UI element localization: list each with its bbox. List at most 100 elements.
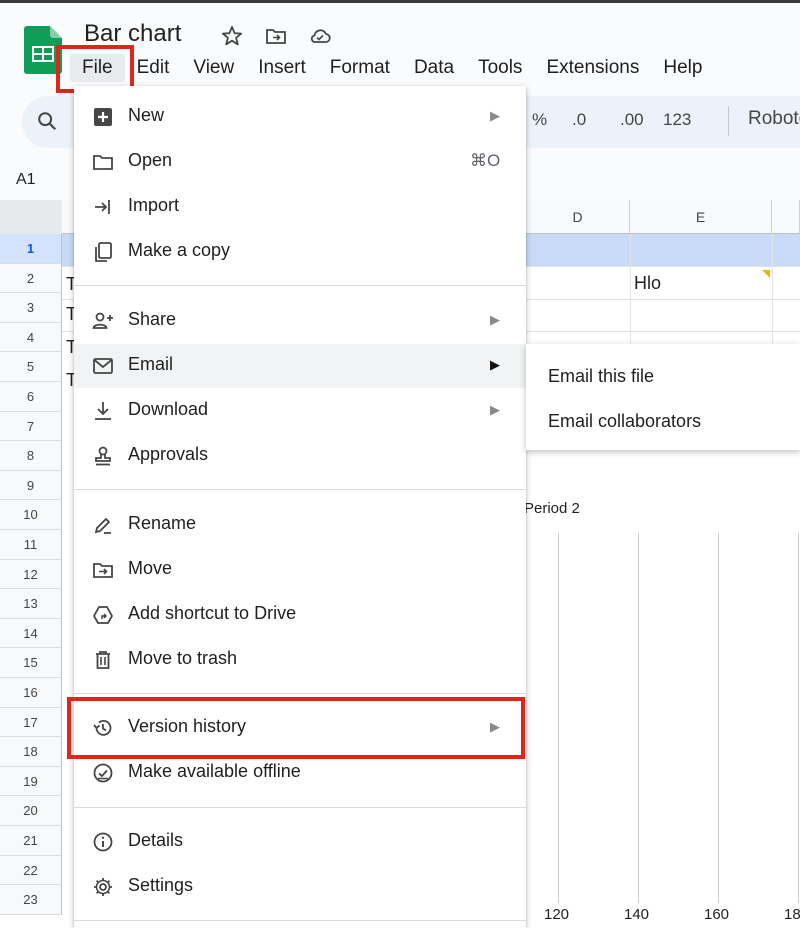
row-header-6[interactable]: 6 [0, 382, 62, 412]
menu-item-move-to-trash[interactable]: Move to trash [74, 638, 526, 682]
star-icon[interactable] [220, 24, 244, 48]
menu-item-label: Email [128, 354, 174, 374]
rename-pencil-icon [94, 517, 111, 534]
submenu-arrow-icon: ▶ [490, 108, 500, 123]
chart-gridline [638, 533, 639, 903]
menu-item-label: Move to trash [128, 648, 238, 668]
menu-item-label: Settings [128, 875, 194, 895]
row-header-23[interactable]: 23 [0, 885, 62, 915]
format-percent-button[interactable]: % [532, 110, 547, 130]
row-header-20[interactable]: 20 [0, 796, 62, 826]
column-header-f[interactable] [772, 200, 800, 234]
font-family-select[interactable]: Roboto [748, 108, 800, 130]
gridline-col-d-e [630, 234, 631, 344]
menu-divider [74, 920, 526, 921]
approvals-stamp-icon [95, 446, 111, 466]
menu-divider [74, 489, 526, 490]
row-header-18[interactable]: 18 [0, 737, 62, 767]
version-history-highlight-box [67, 697, 525, 759]
chart-tick-label: 160 [704, 906, 730, 923]
menu-tools[interactable]: Tools [466, 54, 534, 82]
search-menus-icon[interactable] [36, 110, 58, 132]
menu-data[interactable]: Data [402, 54, 466, 82]
download-icon [95, 402, 111, 420]
trash-icon [96, 651, 110, 669]
row-header-17[interactable]: 17 [0, 707, 62, 738]
menu-divider [74, 693, 526, 694]
row-header-13[interactable]: 13 [0, 589, 62, 619]
decrease-decimal-button[interactable]: .0 [572, 110, 586, 130]
chart-tick-label: 140 [624, 906, 650, 923]
menu-item-label: Open [128, 150, 173, 170]
menu-item-email[interactable]: Email ▶ [74, 344, 526, 388]
menu-item-label: Rename [128, 513, 197, 533]
menu-item-label: Make available offline [128, 761, 301, 781]
menu-item-move[interactable]: Move [74, 548, 526, 592]
menu-item-new[interactable]: New ▶ [74, 95, 526, 139]
menu-item-add-shortcut[interactable]: Add shortcut to Drive [74, 593, 526, 637]
menu-insert[interactable]: Insert [246, 54, 318, 82]
menu-item-email-this-file[interactable]: Email this file [548, 366, 654, 387]
menu-item-details[interactable]: Details [74, 820, 526, 864]
column-header-e[interactable]: E [630, 200, 772, 234]
row-header-5[interactable]: 5 [0, 352, 62, 382]
row-header-8[interactable]: 8 [0, 441, 62, 471]
menu-item-share[interactable]: Share ▶ [74, 299, 526, 343]
menu-item-rename[interactable]: Rename [74, 503, 526, 547]
increase-decimal-button[interactable]: .00 [620, 110, 644, 130]
offline-icon [93, 763, 113, 783]
menu-divider [74, 285, 526, 286]
toolbar-divider [728, 106, 729, 136]
row-header-12[interactable]: 12 [0, 559, 62, 590]
new-plus-icon [94, 108, 112, 126]
chart-tick-label: 120 [544, 906, 570, 923]
menu-extensions[interactable]: Extensions [534, 54, 651, 82]
mail-icon [93, 358, 113, 374]
row-header-2[interactable]: 2 [0, 263, 62, 294]
menu-item-download[interactable]: Download ▶ [74, 389, 526, 433]
menu-item-make-a-copy[interactable]: Make a copy [74, 230, 526, 274]
column-header-d[interactable]: D [526, 200, 630, 234]
row-header-10[interactable]: 10 [0, 500, 62, 530]
select-all-corner[interactable] [0, 200, 63, 235]
row-header-7[interactable]: 7 [0, 411, 62, 442]
menu-item-settings[interactable]: Settings [74, 865, 526, 909]
document-title[interactable]: Bar chart [84, 20, 181, 48]
menu-format[interactable]: Format [318, 54, 402, 82]
row-header-4[interactable]: 4 [0, 322, 62, 353]
menu-divider [74, 807, 526, 808]
row-header-22[interactable]: 22 [0, 855, 62, 886]
menu-item-import[interactable]: Import [74, 185, 526, 229]
row-header-21[interactable]: 21 [0, 826, 62, 856]
row-header-14[interactable]: 14 [0, 618, 62, 649]
menu-item-label: Download [128, 399, 209, 419]
row-header-15[interactable]: 15 [0, 648, 62, 678]
row-header-9[interactable]: 9 [0, 470, 62, 501]
menu-help[interactable]: Help [651, 54, 714, 82]
email-submenu: Email this file Email collaborators [526, 344, 800, 450]
name-box[interactable]: A1 [16, 171, 36, 189]
row-header-11[interactable]: 11 [0, 530, 62, 560]
submenu-arrow-icon: ▶ [490, 357, 500, 372]
cell-e2[interactable]: Hlo [634, 273, 661, 294]
shortcut-text: ⌘O [470, 151, 501, 170]
row-header-1[interactable]: 1 [0, 234, 62, 264]
share-person-icon [92, 312, 113, 329]
menu-item-label: Make a copy [128, 240, 231, 260]
copy-icon [95, 242, 112, 262]
drive-shortcut-icon [92, 606, 114, 624]
menu-item-label: Details [128, 830, 184, 850]
row-header-3[interactable]: 3 [0, 293, 62, 323]
menu-item-label: New [128, 105, 165, 125]
menu-item-approvals[interactable]: Approvals [74, 434, 526, 478]
cloud-saved-icon[interactable] [308, 24, 332, 48]
menu-item-open[interactable]: Open ⌘O [74, 140, 526, 184]
move-to-folder-icon[interactable] [264, 24, 288, 48]
menu-item-email-collaborators[interactable]: Email collaborators [548, 411, 701, 432]
row-header-19[interactable]: 19 [0, 766, 62, 797]
menu-item-label: Add shortcut to Drive [128, 603, 297, 623]
menu-view[interactable]: View [181, 54, 246, 82]
row-header-16[interactable]: 16 [0, 678, 62, 708]
chart-series-label: Period 2 [524, 500, 580, 517]
more-formats-button[interactable]: 123 [663, 110, 691, 130]
